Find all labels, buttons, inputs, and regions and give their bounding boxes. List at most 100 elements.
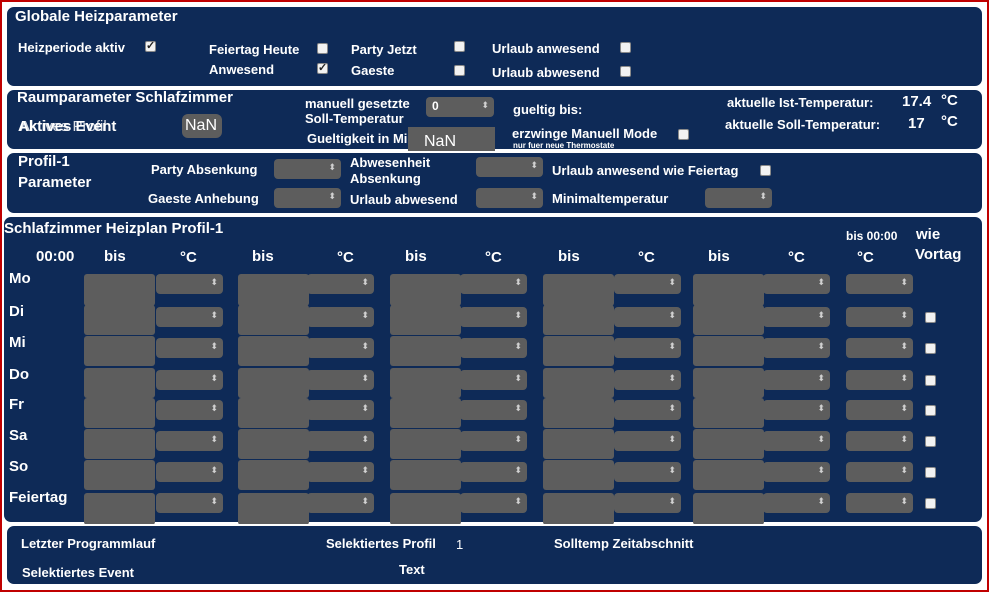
gaeste-checkbox[interactable] [454,65,465,76]
temp-select[interactable] [156,307,223,327]
time-input[interactable] [390,274,461,306]
temp-select[interactable] [763,338,830,358]
time-input[interactable] [543,429,614,459]
time-input[interactable] [238,274,309,306]
time-input[interactable] [543,336,614,366]
temp-select[interactable] [763,431,830,451]
time-input[interactable] [238,429,309,459]
temp-select[interactable] [846,462,913,482]
temp-select[interactable] [460,400,527,420]
temp-select[interactable] [763,307,830,327]
temp-select[interactable] [763,370,830,390]
temp-select[interactable] [763,274,830,294]
temp-select[interactable] [846,370,913,390]
temp-select[interactable] [307,431,374,451]
time-input[interactable] [238,493,309,525]
temp-select[interactable] [460,307,527,327]
time-input[interactable] [84,274,155,306]
time-input[interactable] [693,336,764,366]
time-input[interactable] [390,460,461,490]
temp-select[interactable] [614,462,681,482]
wie-vortag-checkbox[interactable] [925,343,936,354]
temp-select[interactable] [307,307,374,327]
temp-select[interactable] [460,274,527,294]
time-input[interactable] [390,398,461,428]
time-input[interactable] [238,336,309,366]
temp-select[interactable] [763,400,830,420]
temp-select[interactable] [156,431,223,451]
wie-vortag-checkbox[interactable] [925,498,936,509]
time-input[interactable] [693,460,764,490]
temp-select[interactable] [846,307,913,327]
party-absenkung-select[interactable] [274,159,341,179]
manuell-temp-select[interactable]: 0 [426,97,494,117]
temp-select[interactable] [156,338,223,358]
wie-vortag-checkbox[interactable] [925,312,936,323]
temp-select[interactable] [460,493,527,513]
feiertag-heute-checkbox[interactable] [317,43,328,54]
temp-select[interactable] [460,462,527,482]
temp-select[interactable] [614,307,681,327]
time-input[interactable] [543,460,614,490]
temp-select[interactable] [156,400,223,420]
time-input[interactable] [238,460,309,490]
time-input[interactable] [543,274,614,306]
time-input[interactable] [390,368,461,398]
time-input[interactable] [390,336,461,366]
time-input[interactable] [238,368,309,398]
urlaub-anwesend-checkbox[interactable] [620,42,631,53]
time-input[interactable] [693,429,764,459]
urlaub-abwesend-checkbox[interactable] [620,66,631,77]
time-input[interactable] [390,429,461,459]
time-input[interactable] [84,493,155,525]
temp-select[interactable] [156,274,223,294]
time-input[interactable] [693,398,764,428]
gaeste-anhebung-select[interactable] [274,188,341,208]
time-input[interactable] [84,368,155,398]
time-input[interactable] [84,398,155,428]
time-input[interactable] [693,274,764,306]
temp-select[interactable] [614,400,681,420]
erzwinge-checkbox[interactable] [678,129,689,140]
time-input[interactable] [693,368,764,398]
time-input[interactable] [693,493,764,525]
abwesenheit-select[interactable] [476,157,543,177]
heizperiode-checkbox[interactable] [145,39,156,52]
time-input[interactable] [238,398,309,428]
time-input[interactable] [390,493,461,525]
temp-select[interactable] [460,370,527,390]
temp-select[interactable] [614,431,681,451]
temp-select[interactable] [846,493,913,513]
time-input[interactable] [543,398,614,428]
aktives-profil-value[interactable]: NaN [182,114,222,138]
time-input[interactable] [543,305,614,335]
temp-select[interactable] [156,370,223,390]
time-input[interactable] [84,336,155,366]
temp-select[interactable] [614,370,681,390]
temp-select[interactable] [846,431,913,451]
wie-vortag-checkbox[interactable] [925,467,936,478]
minimaltemperatur-select[interactable] [705,188,772,208]
anwesend-checkbox[interactable] [317,61,328,74]
temp-select[interactable] [846,338,913,358]
time-input[interactable] [693,305,764,335]
time-input[interactable] [390,305,461,335]
time-input[interactable] [84,305,155,335]
temp-select[interactable] [307,462,374,482]
time-input[interactable] [238,305,309,335]
temp-select[interactable] [307,338,374,358]
time-input[interactable] [84,460,155,490]
wie-vortag-checkbox[interactable] [925,436,936,447]
temp-select[interactable] [307,400,374,420]
temp-select[interactable] [156,462,223,482]
wie-vortag-checkbox[interactable] [925,375,936,386]
temp-select[interactable] [614,274,681,294]
temp-select[interactable] [460,431,527,451]
temp-select[interactable] [763,462,830,482]
wie-vortag-checkbox[interactable] [925,405,936,416]
time-input[interactable] [84,429,155,459]
time-input[interactable] [543,493,614,525]
temp-select[interactable] [846,274,913,294]
temp-select[interactable] [307,370,374,390]
temp-select[interactable] [156,493,223,513]
